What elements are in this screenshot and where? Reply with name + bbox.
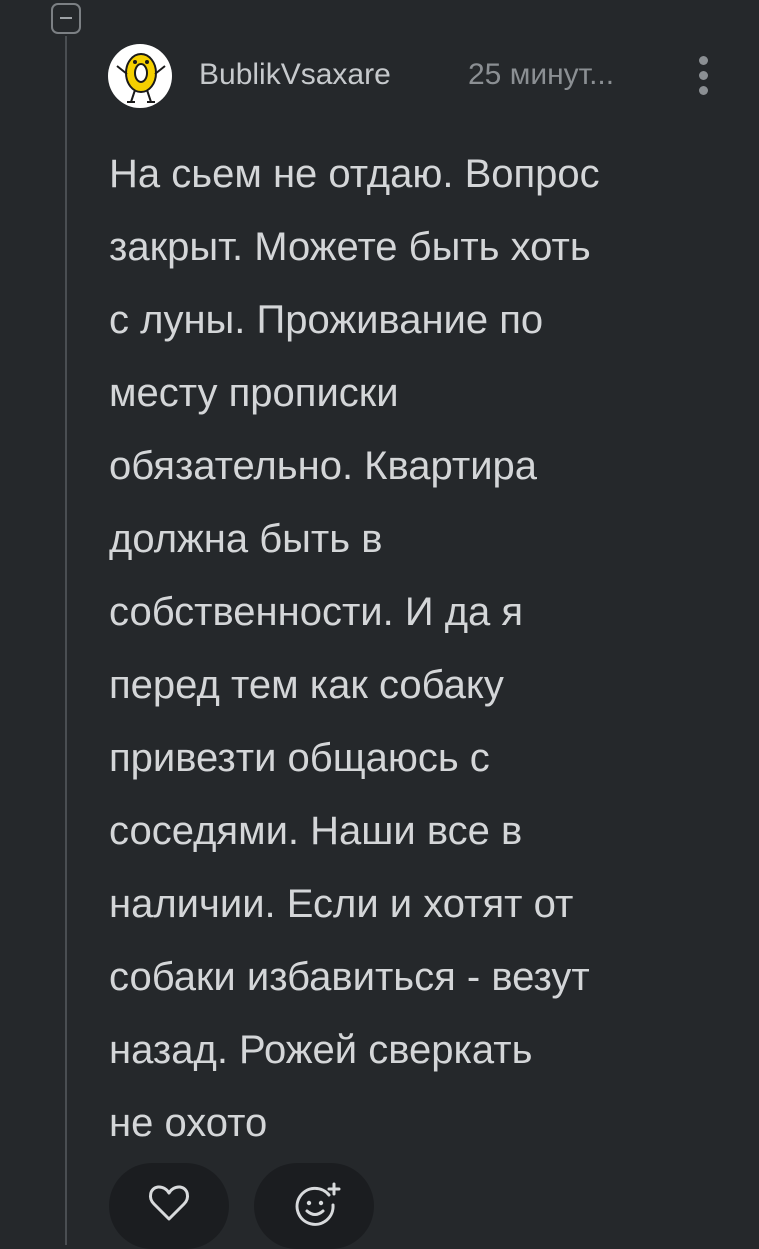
smiley-plus-icon [295,1182,341,1226]
add-reaction-button[interactable] [254,1163,374,1249]
minus-icon [60,17,72,19]
heart-icon [149,1185,189,1221]
thread-line [65,36,67,1245]
like-button[interactable] [109,1163,229,1249]
collapse-thread-button[interactable] [51,3,81,34]
comment-body: На сьем не отдаю. Вопрос закрыт. Можете … [109,152,600,1145]
more-dot [699,86,708,95]
bagel-mascot-icon [116,53,166,103]
more-options-button[interactable] [688,50,718,100]
comment-time: 25 минут... [468,58,615,91]
author-name[interactable]: BublikVsaxare [199,58,391,92]
more-dot [699,56,708,65]
comment-header: BublikVsaxare 25 минут... [108,44,728,108]
avatar[interactable] [108,44,172,108]
more-dot [699,71,708,80]
